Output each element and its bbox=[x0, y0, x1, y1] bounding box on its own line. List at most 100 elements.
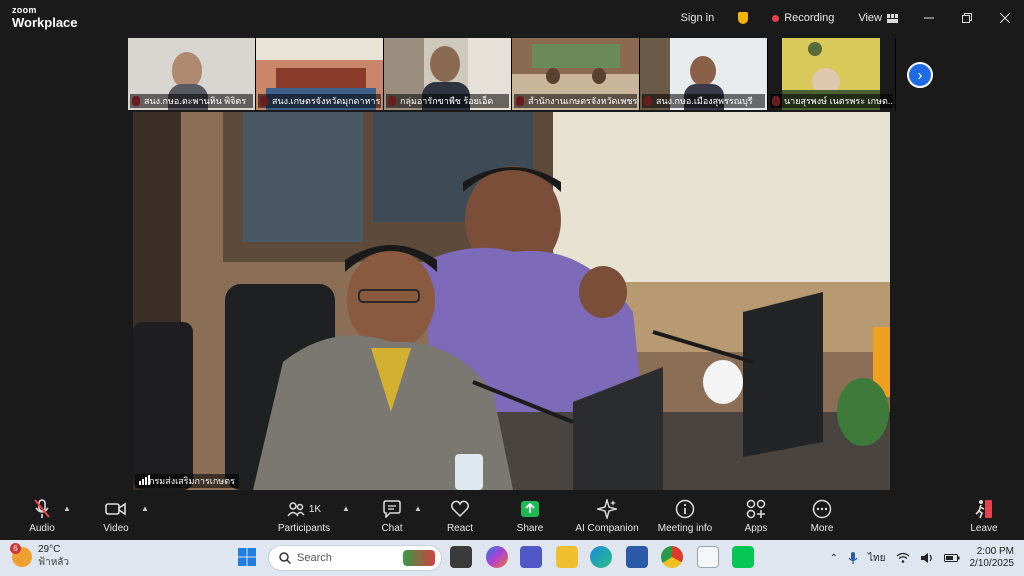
sign-in-label: Sign in bbox=[680, 12, 715, 24]
participant-thumbnail[interactable]: กลุ่มอารักขาพืช ร้อยเอ็ด bbox=[384, 38, 512, 110]
info-icon bbox=[675, 499, 695, 519]
temperature: 29°C bbox=[38, 544, 61, 555]
ai-companion-button[interactable]: AI Companion bbox=[574, 492, 640, 540]
line-app-icon[interactable] bbox=[732, 546, 754, 568]
participant-name: กลุ่มอารักขาพืช ร้อยเอ็ด bbox=[386, 94, 509, 108]
speaker-name: กรมส่งเสริมการเกษตร bbox=[149, 476, 235, 486]
participant-thumbnail[interactable]: นายสุรพงษ์ เนตรพระ เกษต... bbox=[768, 38, 896, 110]
participant-thumbnail[interactable]: สนง.เกษตรจังหวัดมุกดาหาร bbox=[256, 38, 384, 110]
view-label: View bbox=[858, 12, 882, 24]
restore-button[interactable] bbox=[948, 0, 986, 36]
wifi-icon[interactable] bbox=[896, 552, 910, 564]
share-button[interactable]: Share bbox=[512, 492, 548, 540]
battery-icon[interactable] bbox=[943, 553, 960, 563]
taskbar-clock[interactable]: 2:00 PM 2/10/2025 bbox=[970, 546, 1015, 571]
apps-label: Apps bbox=[744, 523, 768, 534]
ai-companion-label: AI Companion bbox=[575, 523, 639, 534]
share-label: Share bbox=[516, 523, 544, 534]
next-page-button[interactable]: › bbox=[907, 62, 933, 88]
windows-taskbar: 6 29°C ฟ้าหลัว Search ⌃ ไทย 2:00 PM 2/10… bbox=[0, 540, 1024, 576]
participants-label: Participants bbox=[277, 523, 331, 534]
meeting-info-button[interactable]: Meeting info bbox=[654, 492, 716, 540]
video-label: Video bbox=[103, 523, 129, 534]
participants-options-chevron-icon[interactable]: ▲ bbox=[342, 504, 350, 513]
security-shield-button[interactable] bbox=[726, 0, 760, 36]
participant-name: สนง.กษอ.เมืองสุพรรณบุรี bbox=[642, 94, 765, 108]
file-explorer-icon[interactable] bbox=[556, 546, 578, 568]
audio-options-chevron-icon[interactable]: ▲ bbox=[63, 504, 71, 513]
active-speaker-video[interactable]: กรมส่งเสริมการเกษตร bbox=[133, 112, 890, 490]
leave-button[interactable]: Leave bbox=[966, 492, 1002, 540]
system-tray: ⌃ ไทย 2:00 PM 2/10/2025 bbox=[830, 540, 1014, 576]
taskbar-search-input[interactable]: Search bbox=[268, 545, 442, 571]
view-button[interactable]: View bbox=[846, 0, 910, 36]
video-options-chevron-icon[interactable]: ▲ bbox=[141, 504, 149, 513]
chat-button[interactable]: Chat bbox=[374, 492, 410, 540]
participant-thumbnail[interactable]: สนง.กษอ.ตะพานหิน พิจิตร bbox=[128, 38, 256, 110]
volume-icon[interactable] bbox=[920, 552, 934, 564]
share-screen-icon bbox=[521, 501, 539, 517]
outlook-icon[interactable] bbox=[626, 546, 648, 568]
participant-thumbnail[interactable]: สนง.กษอ.เมืองสุพรรณบุรี bbox=[640, 38, 768, 110]
sparkle-icon bbox=[597, 499, 617, 519]
recording-indicator[interactable]: Recording bbox=[760, 0, 846, 36]
recording-dot-icon bbox=[772, 14, 780, 22]
recording-label: Recording bbox=[784, 12, 835, 24]
windows-logo-icon bbox=[238, 548, 256, 566]
participant-name: นายสุรพงษ์ เนตรพระ เกษต... bbox=[770, 94, 893, 108]
weather-sun-icon: 6 bbox=[10, 542, 32, 567]
edge-browser-icon[interactable] bbox=[590, 546, 612, 568]
sign-in-button[interactable]: Sign in bbox=[669, 0, 727, 36]
chevron-right-icon: › bbox=[917, 66, 923, 84]
participants-button[interactable]: 1K Participants bbox=[274, 492, 334, 540]
participant-thumbnail[interactable]: สำนักงานเกษตรจังหวัดเพชรบ bbox=[512, 38, 640, 110]
participant-thumbnail-strip: สนง.กษอ.ตะพานหิน พิจิตร สนง.เกษตรจังหวัด… bbox=[128, 38, 896, 110]
more-label: More bbox=[810, 523, 834, 534]
copilot-icon[interactable] bbox=[486, 546, 508, 568]
shield-icon bbox=[738, 12, 749, 24]
input-language[interactable]: ไทย bbox=[868, 551, 885, 566]
chat-options-chevron-icon[interactable]: ▲ bbox=[414, 504, 422, 513]
react-button[interactable]: React bbox=[442, 492, 478, 540]
close-button[interactable] bbox=[986, 0, 1024, 36]
participants-icon bbox=[287, 502, 305, 517]
leave-label: Leave bbox=[970, 523, 998, 534]
signal-strength-icon bbox=[139, 475, 150, 485]
search-placeholder: Search bbox=[297, 552, 332, 564]
brand-bottom: Workplace bbox=[12, 15, 78, 30]
start-button[interactable] bbox=[236, 546, 258, 568]
more-button[interactable]: More bbox=[804, 492, 840, 540]
chrome-browser-icon[interactable] bbox=[661, 546, 683, 568]
tray-overflow-chevron-icon[interactable]: ⌃ bbox=[830, 553, 838, 564]
apps-button[interactable]: Apps bbox=[738, 492, 774, 540]
restore-icon bbox=[962, 13, 972, 23]
title-bar: zoom Workplace Sign in Recording View bbox=[0, 0, 1024, 36]
minimize-button[interactable] bbox=[910, 0, 948, 36]
zoom-window: zoom Workplace Sign in Recording View สน… bbox=[0, 0, 1024, 540]
chat-bubble-icon bbox=[383, 500, 401, 518]
video-camera-icon bbox=[105, 502, 126, 516]
microphone-in-use-icon[interactable] bbox=[848, 551, 858, 565]
search-highlight-icon bbox=[403, 550, 435, 566]
audio-button[interactable]: Audio bbox=[24, 492, 60, 540]
teams-icon[interactable] bbox=[520, 546, 542, 568]
react-label: React bbox=[446, 523, 474, 534]
video-button[interactable]: Video bbox=[98, 492, 134, 540]
close-icon bbox=[1000, 13, 1010, 23]
meeting-toolbar: Audio ▲ Video ▲ 1K Participants ▲ Chat ▲… bbox=[0, 492, 1024, 540]
audio-label: Audio bbox=[29, 523, 55, 534]
participant-name: สนง.เกษตรจังหวัดมุกดาหาร bbox=[258, 94, 381, 108]
weather-widget[interactable]: 6 29°C ฟ้าหลัว bbox=[10, 542, 70, 569]
speaker-name-label: กรมส่งเสริมการเกษตร bbox=[135, 474, 239, 488]
document-app-icon[interactable] bbox=[697, 546, 719, 568]
participant-name: สนง.กษอ.ตะพานหิน พิจิตร bbox=[130, 94, 253, 108]
more-dots-icon bbox=[812, 499, 832, 519]
brand-top: zoom bbox=[12, 5, 37, 15]
participant-count: 1K bbox=[308, 503, 322, 515]
weather-text: ฟ้าหลัว bbox=[38, 556, 70, 568]
task-view-icon[interactable] bbox=[450, 546, 472, 568]
zoom-logo: zoom Workplace bbox=[12, 5, 78, 30]
clock-time: 2:00 PM bbox=[976, 545, 1014, 557]
clock-date: 2/10/2025 bbox=[969, 558, 1015, 569]
chat-label: Chat bbox=[381, 523, 403, 534]
